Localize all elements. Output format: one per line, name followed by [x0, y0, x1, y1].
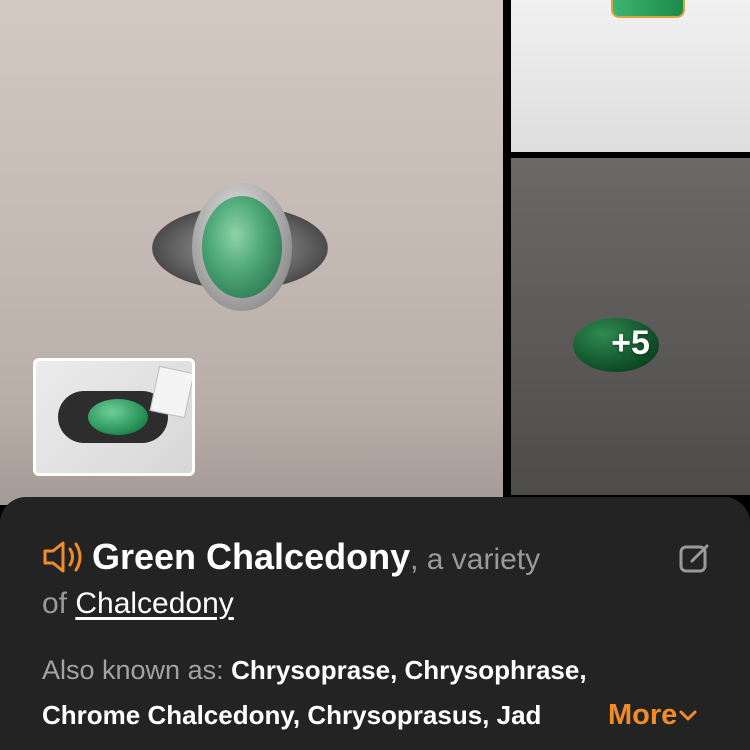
gallery-tile-top[interactable]	[511, 0, 750, 152]
variety-of-text: of	[42, 587, 76, 620]
speaker-icon[interactable]	[42, 539, 86, 575]
edit-icon[interactable]	[678, 541, 712, 575]
aka-names-line2: Chrome Chalcedony, Chrysoprasus, Jad	[42, 700, 542, 730]
ring-image	[150, 180, 330, 320]
gallery-tile-more[interactable]: +5	[511, 158, 750, 495]
aka-names-line1: Chrysoprase, Chrysophrase,	[231, 655, 587, 685]
aka-label: Also known as:	[42, 655, 224, 685]
more-photos-count: +5	[611, 324, 650, 362]
brooch-thumbnail[interactable]	[33, 358, 195, 476]
stone-name: Green Chalcedony	[92, 536, 411, 577]
variety-text: , a variety	[410, 543, 541, 576]
title-line: Green Chalcedony, a variety of Chalcedony	[42, 535, 642, 626]
chevron-down-icon	[679, 710, 697, 721]
main-photo[interactable]	[0, 0, 503, 505]
more-label: More	[608, 699, 678, 731]
also-known-as: Also known as: Chrysoprase, Chrysophrase…	[42, 645, 712, 695]
more-button[interactable]: More	[600, 690, 698, 740]
info-card: Green Chalcedony, a variety of Chalcedony…	[0, 497, 750, 750]
variety-link[interactable]: Chalcedony	[75, 587, 233, 620]
photo-gallery: +5	[0, 0, 750, 505]
